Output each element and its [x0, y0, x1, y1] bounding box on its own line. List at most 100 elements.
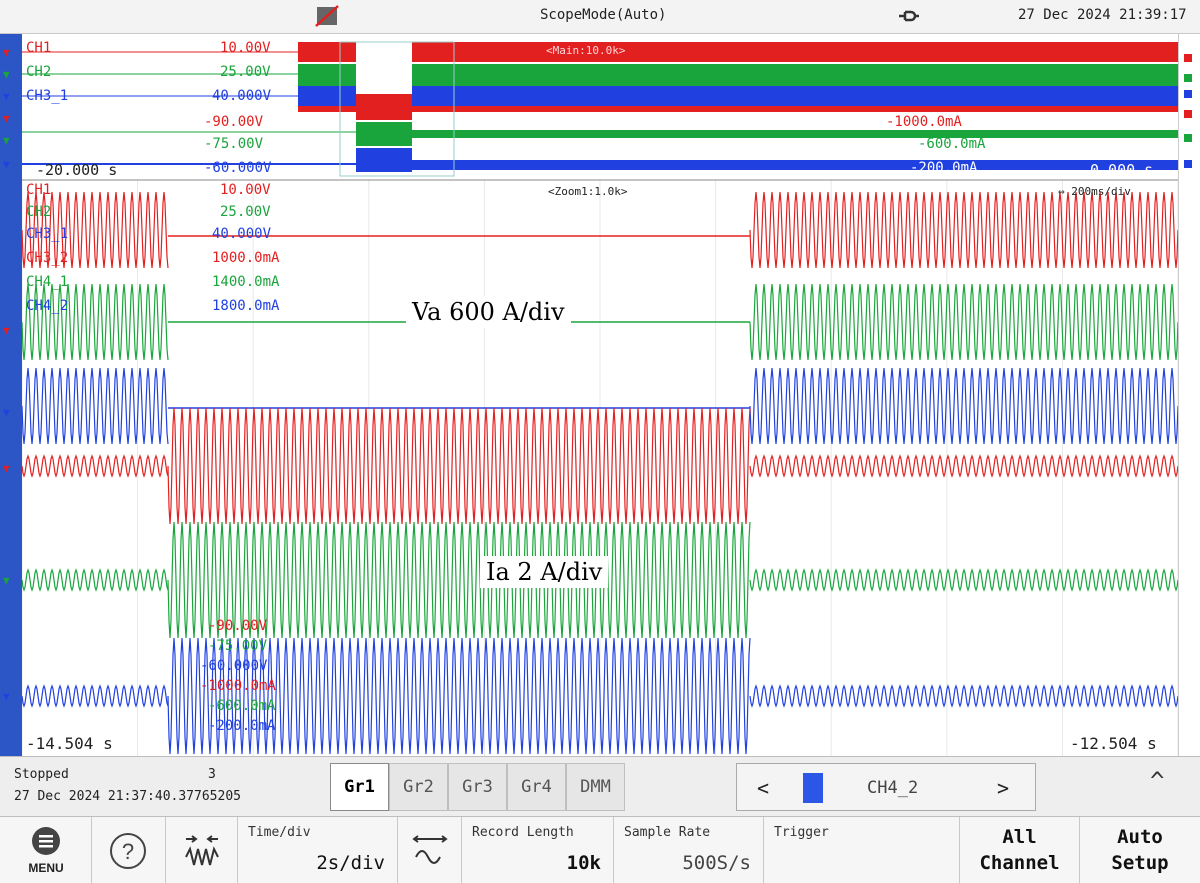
- help-button[interactable]: ?: [92, 817, 166, 883]
- overview-ch2-top: 25.00V: [220, 64, 271, 80]
- prev-channel-button[interactable]: <: [757, 776, 769, 800]
- sample-rate-setting[interactable]: Sample Rate 500S/s: [614, 817, 764, 883]
- all-channel-button[interactable]: All Channel: [960, 817, 1080, 883]
- tab-gr1[interactable]: Gr1: [330, 763, 389, 811]
- zoom-bottom-4: -1000.0mA: [200, 678, 276, 694]
- overview-ch3-name: CH3_1: [26, 88, 69, 104]
- right-marker-strip: [1178, 34, 1200, 756]
- zoom-ch3-2-marker-icon[interactable]: ▼: [3, 462, 10, 475]
- time-div-value: 2s/div: [316, 852, 385, 874]
- ch3-marker-icon[interactable]: ▼: [3, 90, 10, 103]
- overview-gap: [356, 42, 412, 96]
- zoom-ch4-1-value: 1400.0mA: [212, 274, 280, 290]
- auto-setup-label-2: Setup: [1111, 852, 1169, 874]
- time-div-setting[interactable]: Time/div 2s/div: [238, 817, 398, 883]
- trigger-setting[interactable]: Trigger: [764, 817, 960, 883]
- zoom-bottom-5: -600.0mA: [208, 698, 276, 714]
- voltage-scale-annotation: Va 600 A/div: [406, 296, 571, 328]
- zoom-timebase-value: 200ms/div: [1071, 185, 1131, 198]
- overview-ch1-bottom: -90.00V: [204, 114, 264, 130]
- overview-gap-ch1: [356, 94, 412, 120]
- zoom-ch1-value: 10.00V: [220, 182, 271, 198]
- sample-rate-value: 500S/s: [682, 852, 751, 874]
- auto-setup-button[interactable]: Auto Setup: [1080, 817, 1200, 883]
- help-icon: ?: [110, 833, 146, 869]
- overview-ch2-band: [298, 64, 1178, 86]
- overview-ch3-top: 40.000V: [212, 88, 272, 104]
- zoom-ch4-2-marker-icon[interactable]: ▼: [3, 690, 10, 703]
- zoom-ch4-2-name: CH4_2: [26, 298, 69, 314]
- ch2-marker-icon[interactable]: ▼: [3, 68, 10, 81]
- tab-gr3[interactable]: Gr3: [448, 763, 507, 811]
- ch1-right-marker-icon: [1184, 54, 1192, 62]
- ch4-2-right-marker-icon: [1184, 160, 1192, 168]
- tab-gr4[interactable]: Gr4: [507, 763, 566, 811]
- ch4-1-marker-icon[interactable]: ▼: [3, 134, 10, 147]
- overview-ch3-band: [298, 86, 1178, 108]
- acquisition-count: 3: [208, 767, 216, 782]
- sample-rate-caption: Sample Rate: [624, 825, 711, 840]
- overview-time-left: -20.000 s: [36, 161, 118, 179]
- menu-icon: [32, 827, 60, 855]
- next-channel-button[interactable]: >: [997, 776, 1009, 800]
- vc-wave-left: [22, 367, 169, 445]
- overview-ch2-bottom: -75.00V: [204, 136, 264, 152]
- expand-panel-button[interactable]: ^: [1150, 767, 1164, 795]
- acquisition-state: Stopped: [14, 767, 69, 782]
- overview-right-value-1: -1000.0mA: [886, 114, 962, 130]
- status-row: Stopped 3 27 Dec 2024 21:37:40.37765205 …: [0, 756, 1200, 816]
- zoom-bottom-2: -75.00V: [208, 638, 268, 654]
- time-expand-icon: [412, 835, 448, 864]
- zoom-time-right: -12.504 s: [1070, 734, 1157, 753]
- channel-marker-strip: ▼ ▼ ▼ ▼ ▼ ▼ ▼ ▼ ▼ ▼ ▼: [0, 34, 22, 756]
- zoom-timebase: ⇔ 200ms/div: [1058, 185, 1131, 198]
- selected-channel: CH4_2: [867, 778, 919, 798]
- ic-wave-left: [22, 684, 169, 708]
- ch3-2-right-marker-icon: [1184, 110, 1192, 118]
- channel-color-swatch: [803, 773, 823, 803]
- zoom-label: <Zoom1:1.0k>: [548, 185, 628, 198]
- tab-dmm[interactable]: DMM: [566, 763, 625, 811]
- zoom-ch4-1-marker-icon[interactable]: ▼: [3, 574, 10, 587]
- overview-ch2-name: CH2: [26, 64, 52, 80]
- zoom-time-left: -14.504 s: [26, 734, 113, 753]
- ia-wave-right: [749, 454, 1178, 478]
- all-channel-label-2: Channel: [979, 852, 1060, 874]
- overview-gap-ch2: [356, 122, 412, 146]
- ch4-2-marker-icon[interactable]: ▼: [3, 158, 10, 171]
- zoom-ch3-2-value: 1000.0mA: [212, 250, 280, 266]
- vc-wave-right: [749, 367, 1178, 445]
- zoom-bottom-6: -200.0mA: [208, 718, 276, 734]
- ib-wave-left: [22, 568, 169, 592]
- ia-wave-left: [22, 454, 169, 478]
- ib-wave-right: [749, 568, 1178, 592]
- overview-ch1-name: CH1: [26, 40, 52, 56]
- ch3-2-marker-icon[interactable]: ▼: [3, 112, 10, 125]
- softkey-bar: MENU ? Time/div 2s/div Record Length 10k…: [0, 816, 1200, 883]
- time-div-adjust-button[interactable]: [166, 817, 238, 883]
- overview-gap-ch3: [356, 148, 412, 172]
- overview-ch3-2-band: [298, 106, 1178, 112]
- ia-wave-middle: [167, 407, 751, 525]
- zoom-ch1-name: CH1: [26, 182, 52, 198]
- time-div-caption: Time/div: [248, 825, 311, 840]
- ch1-marker-icon[interactable]: ▼: [3, 46, 10, 59]
- zoom-ch2-name: CH2: [26, 204, 52, 220]
- time-expand-button[interactable]: [398, 817, 462, 883]
- record-length-setting[interactable]: Record Length 10k: [462, 817, 614, 883]
- zoom-ch1-marker-icon[interactable]: ▼: [3, 324, 10, 337]
- overview-ch1-top: 10.00V: [220, 40, 271, 56]
- zoom-ch3-value: 40.000V: [212, 226, 272, 242]
- tab-gr2[interactable]: Gr2: [389, 763, 448, 811]
- record-length-value: 10k: [566, 852, 601, 874]
- ch2-right-marker-icon: [1184, 74, 1192, 82]
- channel-selector: < CH4_2 >: [736, 763, 1036, 811]
- svg-text:?: ?: [122, 839, 134, 864]
- zoom-ch3-name: CH3_1: [26, 226, 69, 242]
- date-time: 27 Dec 2024 21:39:17: [1018, 7, 1187, 23]
- waveform-canvas: [22, 41, 1178, 756]
- waveform-display[interactable]: CH1 CH2 CH3_1 10.00V 25.00V 40.000V -90.…: [22, 34, 1178, 756]
- ch3-right-marker-icon: [1184, 90, 1192, 98]
- menu-button[interactable]: MENU: [0, 817, 92, 883]
- zoom-ch3-marker-icon[interactable]: ▼: [3, 406, 10, 419]
